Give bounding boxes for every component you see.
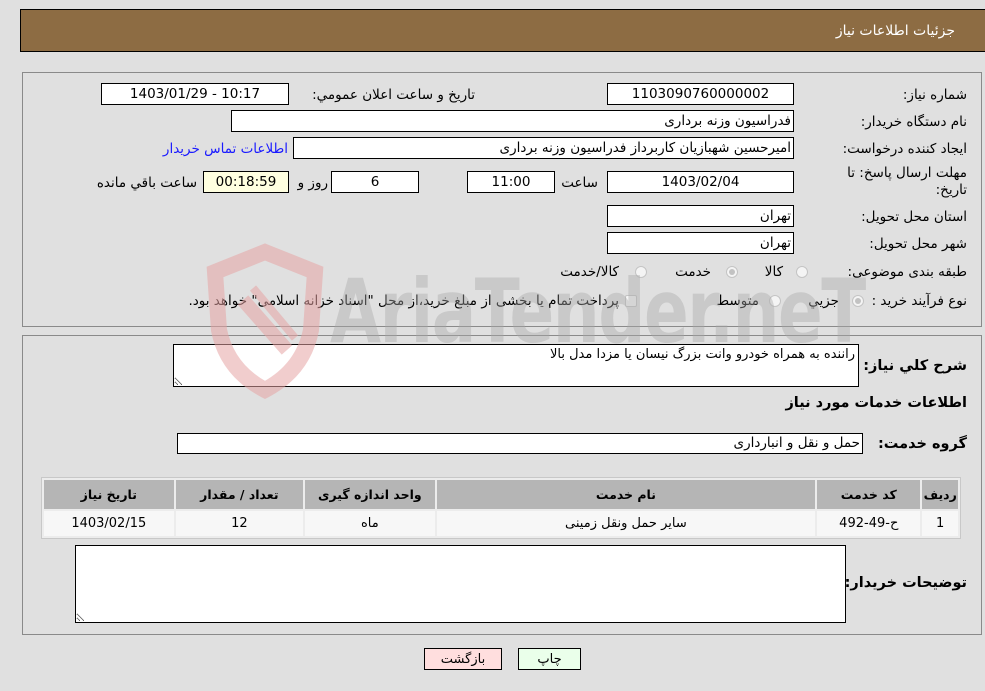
deadline-time-field[interactable]: 11:00 <box>467 171 555 193</box>
details-panel: شرح کلي نیاز: اطلاعات خدمات مورد نیاز گر… <box>22 335 982 635</box>
announce-datetime-field[interactable]: 1403/01/29 - 10:17 <box>101 83 289 105</box>
category-option-service: خدمت <box>675 264 711 280</box>
cell-unit: ماه <box>305 511 435 536</box>
table-row: 1 ح-49-492 سایر حمل ونقل زمینی ماه 12 14… <box>44 511 958 536</box>
service-group-field[interactable]: حمل و نقل و انبارداری <box>177 433 863 454</box>
city-label: شهر محل تحویل: <box>869 236 967 252</box>
services-table: ردیف کد خدمت نام خدمت واحد اندازه گیری ت… <box>41 477 961 539</box>
page-title: جزئیات اطلاعات نیاز <box>835 23 955 39</box>
services-heading: اطلاعات خدمات مورد نیاز <box>785 395 967 411</box>
col-header-row-number: ردیف <box>922 480 958 509</box>
print-button[interactable]: چاپ <box>518 648 581 670</box>
creator-field[interactable]: امیرحسین شهبازیان کاربرداز فدراسیون وزنه… <box>293 137 794 159</box>
creator-label: ایجاد کننده درخواست: <box>842 141 967 157</box>
buyer-org-field[interactable]: فدراسیون وزنه برداری <box>231 110 794 132</box>
cell-service-code: ح-49-492 <box>817 511 921 536</box>
category-radio-service[interactable] <box>726 266 738 278</box>
col-header-service-name: نام خدمت <box>436 480 816 509</box>
buyer-notes-label: توضیحات خریدار: <box>844 575 967 591</box>
col-header-unit: واحد اندازه گیری <box>305 480 435 509</box>
purchase-type-option-medium: متوسط <box>716 293 759 309</box>
cell-quantity: 12 <box>175 511 304 536</box>
purchase-type-label: نوع فرآیند خرید : <box>871 293 967 309</box>
announce-label: تاریخ و ساعت اعلان عمومي: <box>312 87 475 103</box>
table-header-row: ردیف کد خدمت نام خدمت واحد اندازه گیری ت… <box>44 480 958 509</box>
days-label: روز و <box>297 175 328 191</box>
general-info-panel: شماره نیاز: 1103090760000002 تاریخ و ساع… <box>22 72 982 327</box>
treasury-checkbox[interactable] <box>625 295 637 307</box>
purchase-type-option-minor: جزيي <box>808 293 839 309</box>
description-textarea[interactable] <box>173 344 859 387</box>
category-label: طبقه بندی موضوعی: <box>847 264 967 280</box>
category-option-goods-service: کالا/خدمت <box>560 264 619 280</box>
remaining-time-field[interactable]: 00:18:59 <box>203 171 289 193</box>
deadline-time-label: ساعت <box>561 175 598 191</box>
buyer-org-label: نام دستگاه خریدار: <box>860 114 967 130</box>
need-number-field[interactable]: 1103090760000002 <box>607 83 794 105</box>
cell-service-name: سایر حمل ونقل زمینی <box>436 511 816 536</box>
province-label: استان محل تحویل: <box>861 209 967 225</box>
page-header: جزئیات اطلاعات نیاز <box>20 9 985 52</box>
description-label: شرح کلي نیاز: <box>863 358 967 374</box>
purchase-type-radio-medium[interactable] <box>769 295 781 307</box>
cell-need-date: 1403/02/15 <box>44 511 174 536</box>
need-number-label: شماره نیاز: <box>902 87 967 103</box>
province-field[interactable]: تهران <box>607 205 794 227</box>
col-header-quantity: تعداد / مقدار <box>175 480 304 509</box>
days-remaining-field[interactable]: 6 <box>331 171 419 193</box>
buyer-contact-link[interactable]: اطلاعات تماس خریدار <box>163 141 288 157</box>
back-button[interactable]: بازگشت <box>424 648 502 670</box>
purchase-type-radio-minor[interactable] <box>852 295 864 307</box>
category-radio-goods[interactable] <box>796 266 808 278</box>
city-field[interactable]: تهران <box>607 232 794 254</box>
col-header-need-date: تاریخ نیاز <box>44 480 174 509</box>
col-header-service-code: کد خدمت <box>817 480 921 509</box>
category-option-goods: کالا <box>764 264 783 280</box>
deadline-date-field[interactable]: 1403/02/04 <box>607 171 794 193</box>
service-group-label: گروه خدمت: <box>877 436 967 452</box>
treasury-checkbox-label: پرداخت تمام یا بخشی از مبلغ خرید،از محل … <box>188 293 619 309</box>
cell-row-number: 1 <box>922 511 958 536</box>
remaining-time-label: ساعت باقي مانده <box>96 175 197 191</box>
deadline-label: مهلت ارسال پاسخ: تا تاریخ: <box>847 165 967 198</box>
category-radio-goods-service[interactable] <box>635 266 647 278</box>
buyer-notes-textarea[interactable] <box>75 545 846 623</box>
